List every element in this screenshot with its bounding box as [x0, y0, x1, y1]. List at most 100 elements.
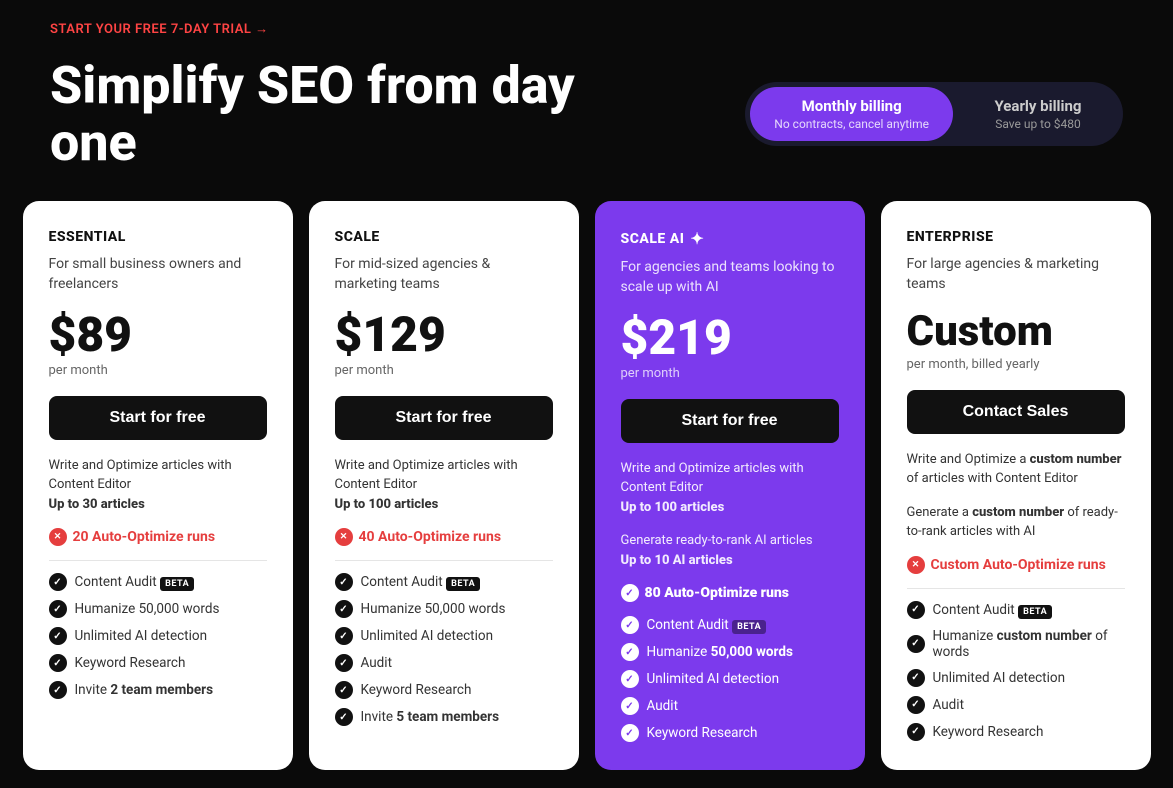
check-icon	[49, 681, 67, 699]
beta-badge: BETA	[1018, 605, 1052, 619]
check-icon	[907, 635, 925, 653]
essential-auto-optimize: 20 Auto-Optimize runs	[49, 528, 267, 546]
scale-plan-desc: For mid-sized agencies & marketing teams	[335, 255, 553, 294]
list-item: Keyword Research	[621, 724, 839, 742]
check-icon	[335, 708, 353, 726]
check-icon	[335, 681, 353, 699]
scale-auto-optimize-icon	[335, 528, 353, 546]
enterprise-plan-price: Custom	[907, 311, 1125, 353]
essential-features-intro: Write and Optimize articles with Content…	[49, 456, 267, 515]
list-item: Unlimited AI detection	[335, 627, 553, 645]
scale-ai-per-month: per month	[621, 366, 839, 381]
scale-ai-feature-list: Content Audit BETA Humanize 50,000 words…	[621, 616, 839, 742]
enterprise-cta-button[interactable]: Contact Sales	[907, 390, 1125, 434]
monthly-billing-option[interactable]: Monthly billing No contracts, cancel any…	[750, 87, 953, 141]
free-trial-link[interactable]: START YOUR FREE 7-DAY TRIAL →	[50, 22, 269, 37]
list-item: Content Audit BETA	[907, 601, 1125, 619]
plan-card-scale-ai: SCALE AI ✦ For agencies and teams lookin…	[595, 201, 865, 770]
monthly-billing-sub: No contracts, cancel anytime	[774, 117, 929, 131]
list-item: Unlimited AI detection	[907, 669, 1125, 687]
essential-plan-desc: For small business owners and freelancer…	[49, 255, 267, 294]
essential-per-month: per month	[49, 363, 267, 378]
list-item: Unlimited AI detection	[49, 627, 267, 645]
check-icon	[907, 601, 925, 619]
yearly-billing-sub: Save up to $480	[982, 117, 1094, 131]
scale-plan-name: SCALE	[335, 229, 553, 245]
list-item: Keyword Research	[907, 723, 1125, 741]
scale-ai-articles-intro: Generate ready-to-rank AI articles Up to…	[621, 531, 839, 570]
check-icon	[49, 654, 67, 672]
plan-card-essential: ESSENTIAL For small business owners and …	[23, 201, 293, 770]
scale-features-intro: Write and Optimize articles with Content…	[335, 456, 553, 515]
scale-ai-plan-desc: For agencies and teams looking to scale …	[621, 258, 839, 297]
scale-ai-cta-button[interactable]: Start for free	[621, 399, 839, 443]
check-icon	[335, 627, 353, 645]
scale-ai-plan-price: $219	[621, 314, 839, 362]
yearly-billing-label: Yearly billing	[982, 97, 1094, 115]
essential-auto-optimize-icon	[49, 528, 67, 546]
enterprise-auto-optimize-icon	[907, 556, 925, 574]
enterprise-plan-name: ENTERPRISE	[907, 229, 1125, 245]
check-icon	[621, 643, 639, 661]
list-item: Humanize 50,000 words	[621, 643, 839, 661]
essential-plan-price: $89	[49, 311, 267, 359]
list-item: Keyword Research	[335, 681, 553, 699]
check-icon	[907, 696, 925, 714]
scale-ai-features-intro: Write and Optimize articles with Content…	[621, 459, 839, 518]
plan-card-enterprise: ENTERPRISE For large agencies & marketin…	[881, 201, 1151, 770]
essential-divider	[49, 560, 267, 561]
enterprise-ai-intro: Generate a custom number of ready-to-ran…	[907, 503, 1125, 542]
scale-plan-price: $129	[335, 311, 553, 359]
essential-cta-button[interactable]: Start for free	[49, 396, 267, 440]
list-item: Keyword Research	[49, 654, 267, 672]
enterprise-feature-list: Content Audit BETA Humanize custom numbe…	[907, 601, 1125, 741]
scale-ai-plan-name: SCALE AI ✦	[621, 229, 839, 248]
list-item: Invite 5 team members	[335, 708, 553, 726]
sparkle-icon: ✦	[690, 229, 704, 248]
list-item: Audit	[335, 654, 553, 672]
plans-container: ESSENTIAL For small business owners and …	[0, 201, 1173, 770]
list-item: Humanize 50,000 words	[335, 600, 553, 618]
check-icon	[335, 600, 353, 618]
check-icon	[621, 616, 639, 634]
enterprise-per-month: per month, billed yearly	[907, 357, 1125, 372]
enterprise-divider	[907, 588, 1125, 589]
scale-per-month: per month	[335, 363, 553, 378]
enterprise-plan-desc: For large agencies & marketing teams	[907, 255, 1125, 294]
list-item: Unlimited AI detection	[621, 670, 839, 688]
list-item: Audit	[907, 696, 1125, 714]
list-item: Audit	[621, 697, 839, 715]
yearly-billing-option[interactable]: Yearly billing Save up to $480	[958, 87, 1118, 141]
plan-card-scale: SCALE For mid-sized agencies & marketing…	[309, 201, 579, 770]
list-item: Humanize custom number of words	[907, 628, 1125, 660]
enterprise-auto-optimize: Custom Auto-Optimize runs	[907, 556, 1125, 574]
beta-badge: BETA	[446, 577, 480, 591]
check-icon	[907, 669, 925, 687]
check-icon	[49, 600, 67, 618]
monthly-billing-label: Monthly billing	[774, 97, 929, 115]
list-item: Content Audit BETA	[621, 616, 839, 634]
list-item: Content Audit BETA	[49, 573, 267, 591]
essential-plan-name: ESSENTIAL	[49, 229, 267, 245]
list-item: Invite 2 team members	[49, 681, 267, 699]
scale-auto-optimize: 40 Auto-Optimize runs	[335, 528, 553, 546]
check-icon	[335, 573, 353, 591]
check-icon	[49, 627, 67, 645]
list-item: Humanize 50,000 words	[49, 600, 267, 618]
beta-badge: BETA	[160, 577, 194, 591]
scale-ai-auto-optimize: 80 Auto-Optimize runs	[621, 584, 839, 602]
scale-cta-button[interactable]: Start for free	[335, 396, 553, 440]
check-icon	[49, 573, 67, 591]
beta-badge: BETA	[732, 620, 766, 634]
page-headline: Simplify SEO from day one	[50, 57, 670, 171]
check-icon	[907, 723, 925, 741]
list-item: Content Audit BETA	[335, 573, 553, 591]
scale-ai-auto-optimize-icon	[621, 584, 639, 602]
billing-toggle: Monthly billing No contracts, cancel any…	[745, 82, 1123, 146]
essential-feature-list: Content Audit BETA Humanize 50,000 words…	[49, 573, 267, 699]
scale-divider	[335, 560, 553, 561]
check-icon	[335, 654, 353, 672]
scale-feature-list: Content Audit BETA Humanize 50,000 words…	[335, 573, 553, 726]
check-icon	[621, 670, 639, 688]
enterprise-features-intro: Write and Optimize a custom number of ar…	[907, 450, 1125, 489]
